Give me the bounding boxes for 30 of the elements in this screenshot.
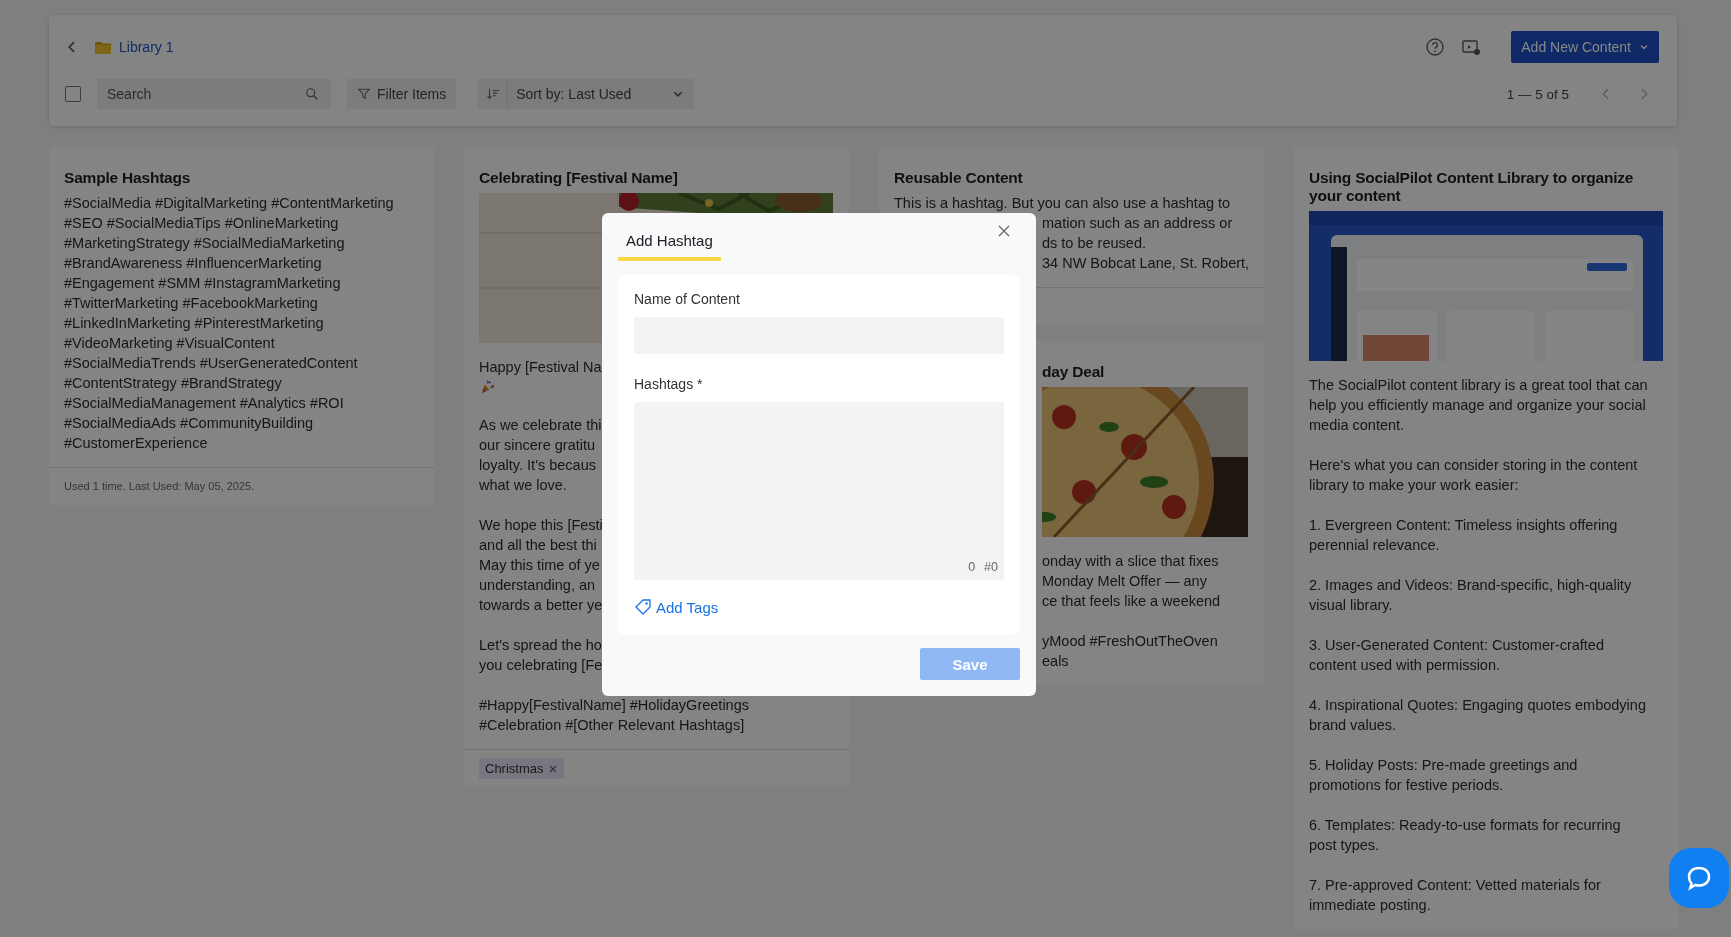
card-text: 5. Holiday Posts: Pre-made greetings and promotions for festive periods. [1309,756,1578,795]
card-title: Celebrating [Festival Name] [479,169,679,187]
card-text: 2. Images and Videos: Brand-specific, high-quality visual library. [1309,576,1632,615]
usage-info: Used 1 time. Last Used: May 05, 2025. [64,479,255,492]
card-text: onday with a slice that fixes Monday Melt Offer — any ce that feels like a weekend [1042,552,1221,611]
card-text: As we celebrate thi our sincere gratitu loyalty. It's becaus what we love. [479,416,602,495]
card-text: Happy [Festival Na [479,358,602,377]
pagination-label: 1 — 5 of 5 [1506,86,1569,102]
card-text: Let's spread the ho you celebrating [Fe [479,636,603,675]
card-text: 7. Pre-approved Content: Vetted materials for immediate posting. [1309,876,1601,915]
card-text: yMood #FreshOutTheOven eals [1042,632,1218,671]
card-text: The SocialPilot content library is a great tool that can help you efficiently manage and organize your social media content. [1309,376,1648,435]
card-title: Reusable Content [894,169,1024,187]
card-text: Here's what you can consider storing in the content library to make your work easier: [1309,456,1638,495]
card-text: 3. User-Generated Content: Customer-crafted content used with permission. [1309,636,1604,675]
card-text: 4. Inspirational Quotes: Engaging quotes embodying brand values. [1309,696,1646,735]
card-title: Sample Hashtags [64,169,192,187]
card-title: day Deal [1042,363,1106,381]
card-text: We hope this [Festi and all the best thi May this time of ye understanding, an towards a better ye [479,516,603,615]
card-text: This is a hashtag. But you can also use a hashtag to [894,194,1231,213]
field-label: Hashtags * [634,376,704,392]
card-text: mation such as an address or ds to be reused. 34 NW Bobcat Lane, St. Robert, [1042,214,1250,273]
card-text: #Happy[FestivalName] #HolidayGreetings #Celebration #[Other Relevant Hashtags] [479,696,749,735]
card-title: Using SocialPilot Content Library to organize your content [1309,169,1635,205]
hashtag-count: #0 [984,560,998,574]
character-count: 0 [968,560,976,574]
card-text: #SocialMedia #DigitalMarketing #ContentMarketing #SEO #SocialMediaTips #OnlineMarketing #MarketingStrategy #SocialMediaMarketing #BrandAwareness #InfluencerMarketing #Engagement #SMM #InstagramMarketing #TwitterMarketing #FacebookMarketing #LinkedInMarketing #PinterestMarketing #VideoMarketing #VisualContent #SocialMediaTrends #UserGeneratedContent #ContentStrategy #BrandStrategy #SocialMediaManagement #Analytics #ROI #SocialMediaAds #CommunityBuilding #CustomerExperience [64,194,394,453]
card-text: 6. Templates: Ready-to-use formats for recurring post types. [1309,816,1621,855]
card-text: 1. Evergreen Content: Timeless insights offering perennial relevance. [1309,516,1618,555]
field-label: Name of Content [634,291,741,307]
